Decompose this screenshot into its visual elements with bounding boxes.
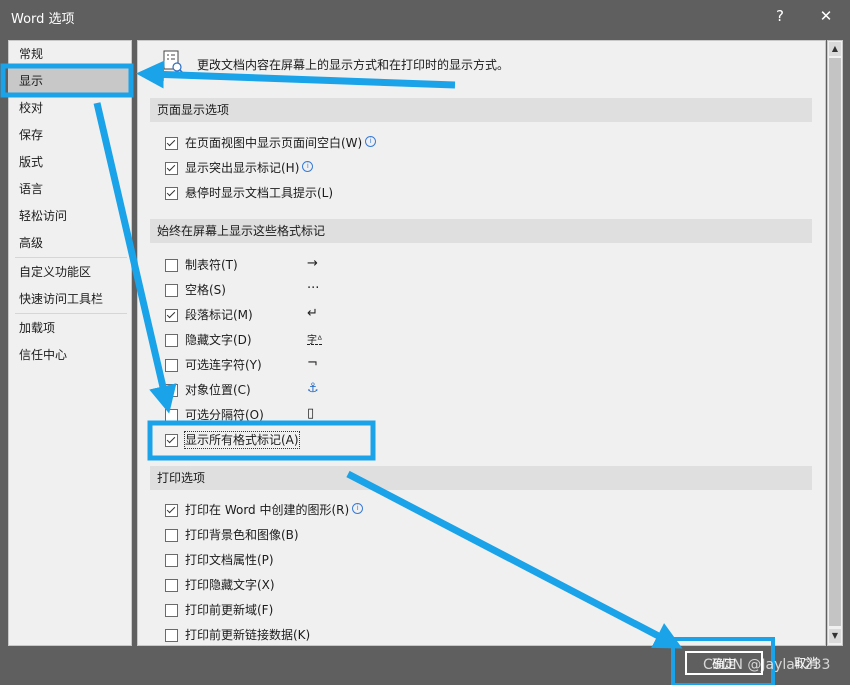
watermark: CSDN @Jaylan233 xyxy=(703,657,831,673)
options-panel: 更改文档内容在屏幕上的显示方式和在打印时的显示方式。 页面显示选项 在页面视图中… xyxy=(137,40,826,646)
section-heading-formatting-marks: 始终在屏幕上显示这些格式标记 xyxy=(150,219,812,243)
sidebar: 常规 显示 校对 保存 版式 语言 轻松访问 高级 自定义功能区 快速访问工具栏… xyxy=(8,40,132,646)
scroll-up-icon[interactable]: ▲ xyxy=(829,42,841,56)
checkbox[interactable] xyxy=(165,604,178,617)
sidebar-item-trust-center[interactable]: 信任中心 xyxy=(9,342,131,368)
checkbox[interactable] xyxy=(165,579,178,592)
title-bar: Word 选项 ? ✕ xyxy=(0,0,850,32)
checkbox[interactable] xyxy=(165,284,178,297)
checkbox[interactable] xyxy=(165,334,178,347)
display-options-icon xyxy=(163,50,183,74)
checkbox[interactable] xyxy=(165,554,178,567)
checkbox[interactable] xyxy=(165,434,178,447)
anchor-icon: ⚓ xyxy=(307,381,319,396)
sidebar-item-add-ins[interactable]: 加载项 xyxy=(9,315,131,341)
checkbox[interactable] xyxy=(165,529,178,542)
checkbox[interactable] xyxy=(165,504,178,517)
sidebar-item-quick-access-toolbar[interactable]: 快速访问工具栏 xyxy=(9,286,131,312)
checkbox[interactable] xyxy=(165,187,178,200)
checkbox[interactable] xyxy=(165,259,178,272)
sidebar-item-language[interactable]: 语言 xyxy=(9,176,131,202)
checkbox[interactable] xyxy=(165,384,178,397)
scroll-down-icon[interactable]: ▼ xyxy=(829,629,841,643)
optional-break-icon: ▯ xyxy=(307,406,315,421)
info-icon: i xyxy=(365,136,377,147)
checkbox[interactable] xyxy=(165,309,178,322)
checkbox[interactable] xyxy=(165,629,178,642)
window-title: Word 选项 xyxy=(11,12,75,27)
sidebar-divider xyxy=(15,313,127,314)
sidebar-item-customize-ribbon[interactable]: 自定义功能区 xyxy=(9,259,131,285)
sidebar-item-general[interactable]: 常规 xyxy=(9,41,131,67)
checkbox[interactable] xyxy=(165,162,178,175)
vertical-scrollbar[interactable]: ▲ ▼ xyxy=(827,40,843,646)
sidebar-item-proofing[interactable]: 校对 xyxy=(9,95,131,121)
tab-mark-icon: → xyxy=(307,256,318,271)
info-icon: i xyxy=(302,161,314,172)
help-button[interactable]: ? xyxy=(767,4,793,28)
sidebar-item-save[interactable]: 保存 xyxy=(9,122,131,148)
info-icon: i xyxy=(352,503,364,514)
space-mark-icon: ··· xyxy=(307,281,320,296)
checkbox[interactable] xyxy=(165,137,178,150)
sidebar-item-display[interactable]: 显示 xyxy=(9,68,131,94)
paragraph-mark-icon: ↵ xyxy=(307,306,318,321)
section-heading-printing: 打印选项 xyxy=(150,466,812,490)
sidebar-item-accessibility[interactable]: 轻松访问 xyxy=(9,203,131,229)
hidden-text-icon: 字ᐞ xyxy=(307,335,323,346)
sidebar-item-typography[interactable]: 版式 xyxy=(9,149,131,175)
checkbox[interactable] xyxy=(165,359,178,372)
panel-description: 更改文档内容在屏幕上的显示方式和在打印时的显示方式。 xyxy=(197,58,510,72)
close-button[interactable]: ✕ xyxy=(813,4,839,28)
optional-hyphen-icon: ¬ xyxy=(307,356,318,371)
checkbox[interactable] xyxy=(165,409,178,422)
scrollbar-thumb[interactable] xyxy=(829,58,841,626)
sidebar-item-advanced[interactable]: 高级 xyxy=(9,230,131,256)
sidebar-divider xyxy=(15,257,127,258)
section-heading-page-display: 页面显示选项 xyxy=(150,98,812,122)
